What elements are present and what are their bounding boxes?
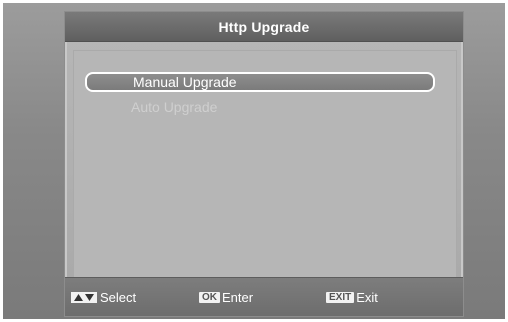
menu-list: Manual Upgrade Auto Upgrade (73, 50, 457, 278)
up-down-arrows-icon (71, 292, 97, 303)
dialog-title-bar: Http Upgrade (65, 12, 463, 42)
enter-hint-label: Enter (222, 290, 254, 305)
select-hint-label: Select (100, 290, 137, 305)
key-hint-bar: Select OK Enter EXIT Exit (65, 277, 463, 316)
menu-item-manual-upgrade[interactable]: Manual Upgrade (85, 72, 435, 92)
menu-item-auto-upgrade[interactable]: Auto Upgrade (85, 98, 435, 116)
exit-hint: EXIT Exit (326, 290, 378, 305)
menu-item-label: Manual Upgrade (133, 74, 237, 90)
enter-hint: OK Enter (199, 290, 253, 305)
select-hint: Select (71, 290, 136, 305)
exit-hint-label: Exit (356, 290, 378, 305)
upgrade-dialog: Http Upgrade Manual Upgrade Auto Upgrade… (64, 11, 464, 317)
ok-key-icon: OK (199, 292, 220, 303)
dialog-title: Http Upgrade (218, 18, 310, 35)
tv-screen: Http Upgrade Manual Upgrade Auto Upgrade… (3, 3, 505, 319)
exit-key-icon: EXIT (326, 292, 355, 303)
menu-item-label: Auto Upgrade (131, 99, 218, 115)
